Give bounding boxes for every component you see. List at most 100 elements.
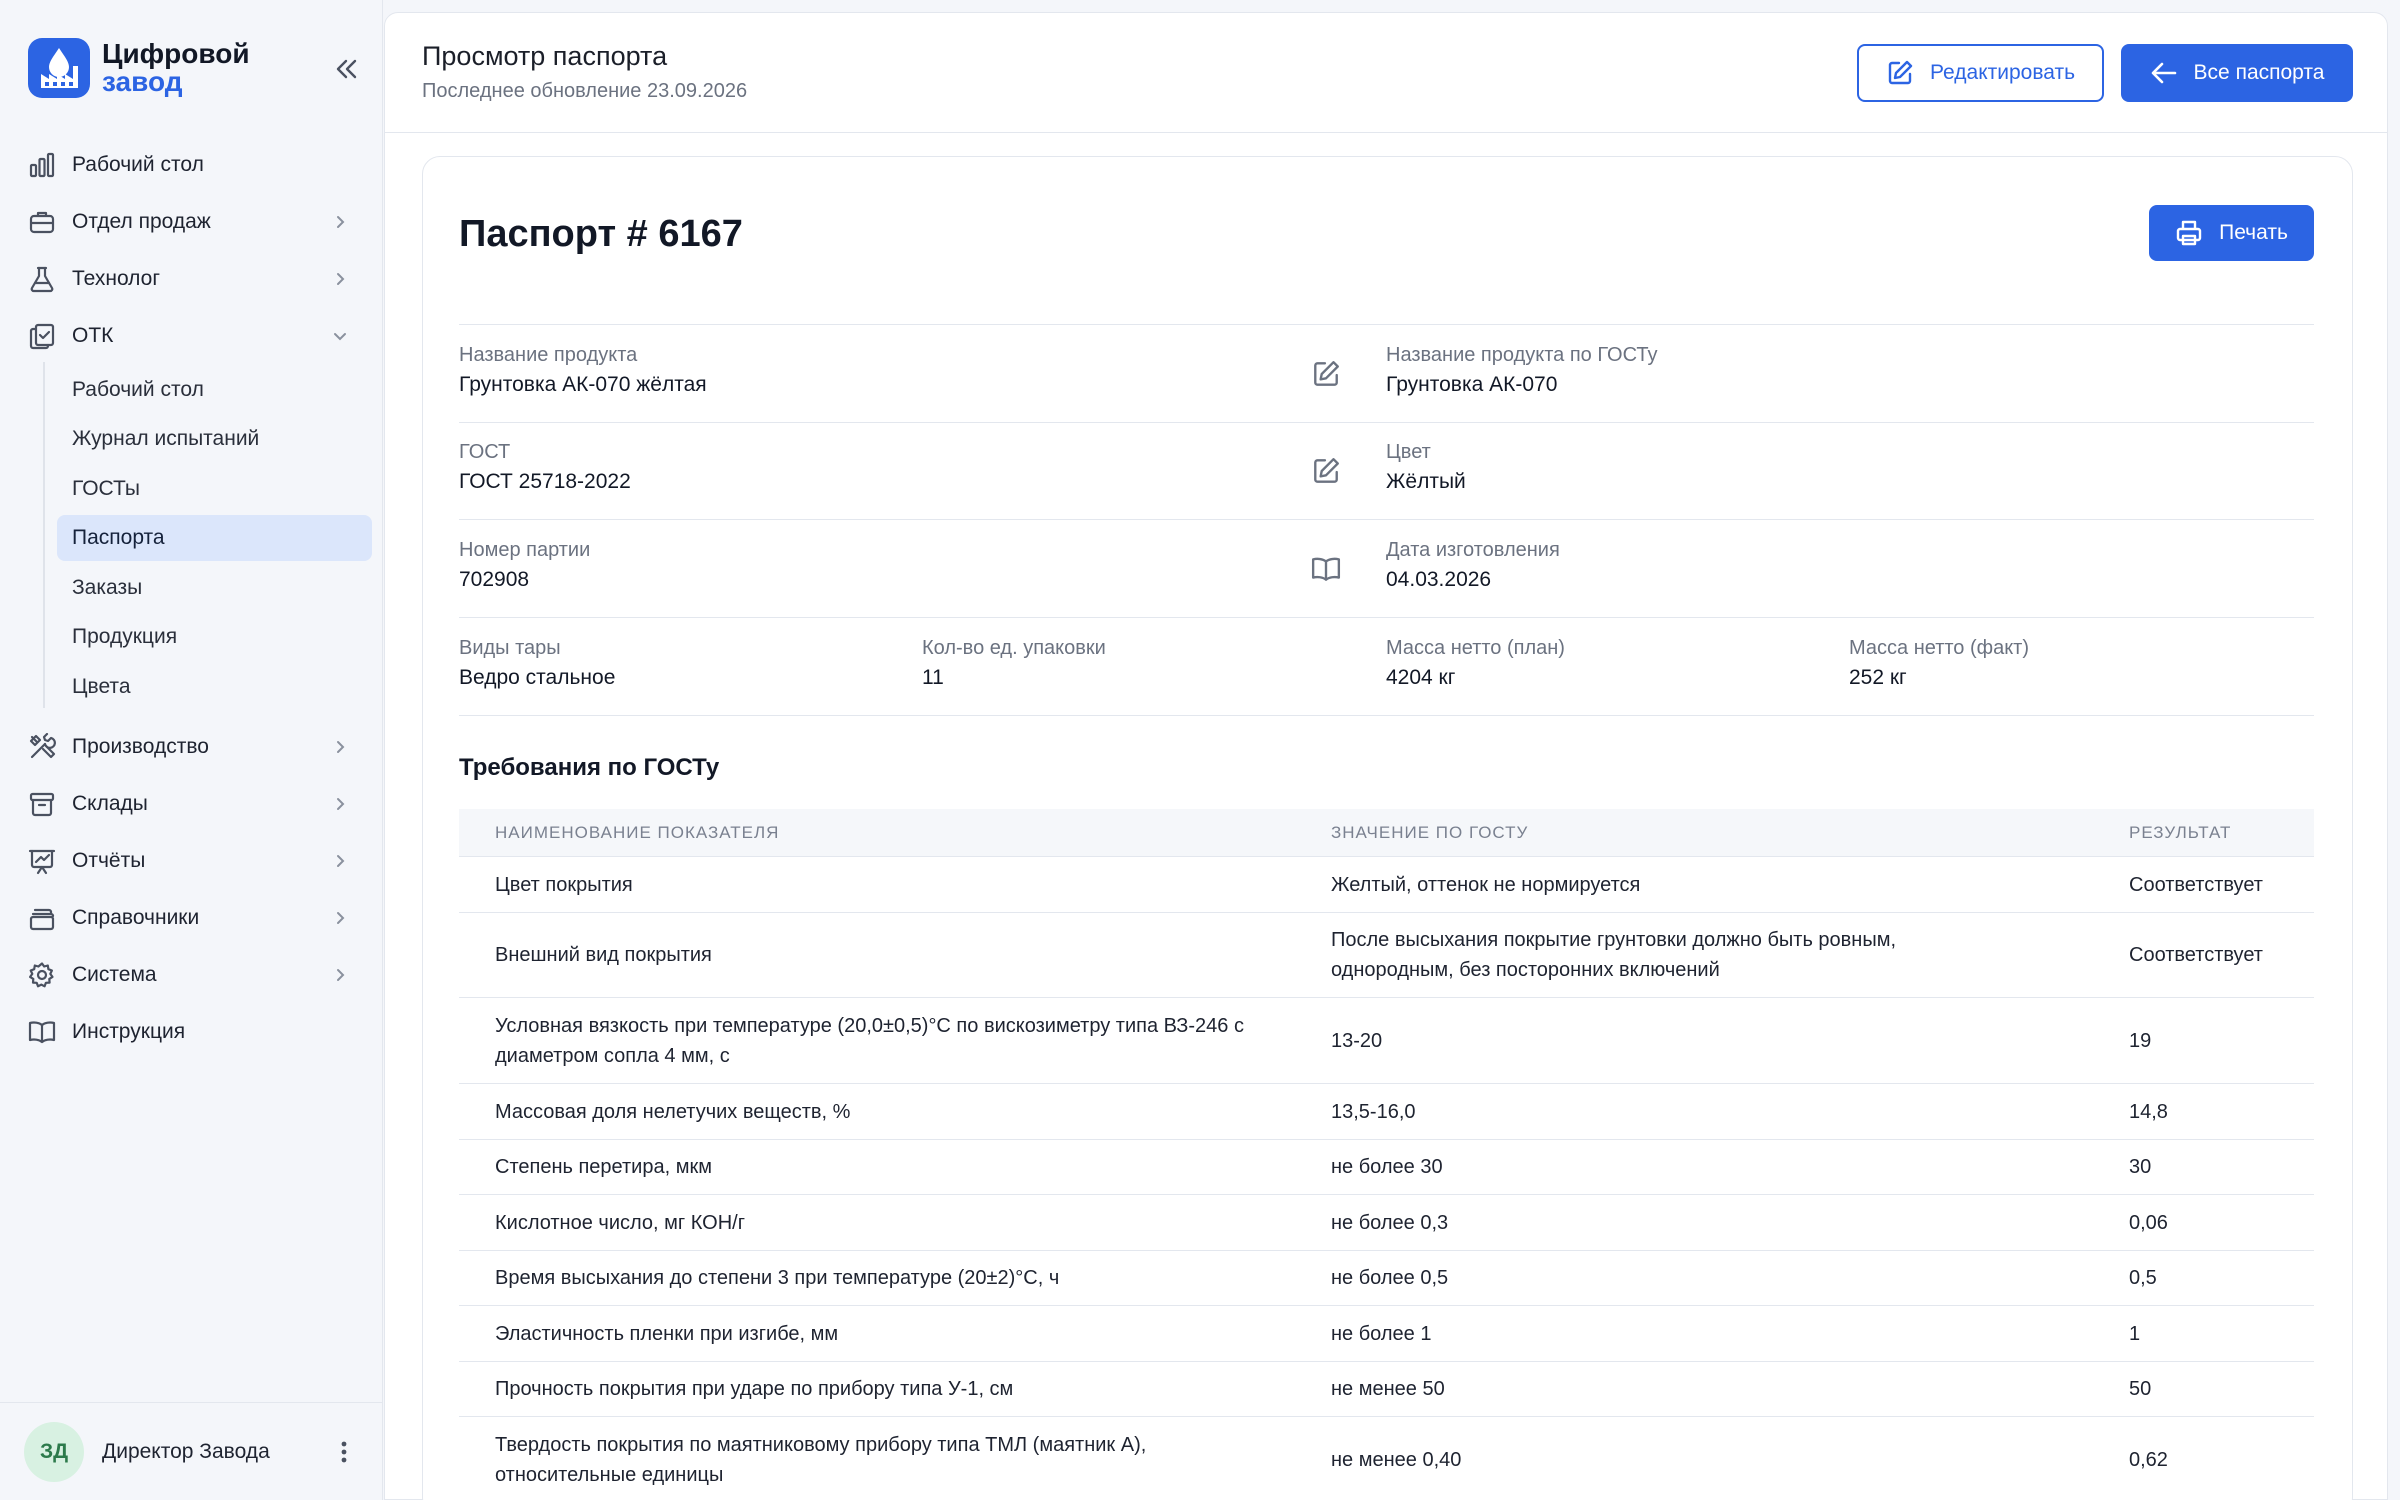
indicator-cell: Массовая доля нелетучих веществ, % <box>495 1100 851 1123</box>
gost-name-value: Грунтовка АК-070 <box>1386 373 1558 396</box>
table-header: НАИМЕНОВАНИЕ ПОКАЗАТЕЛЯ ЗНАЧЕНИЕ ПО ГОСТ… <box>459 809 2314 857</box>
printer-icon <box>2176 220 2202 246</box>
user-menu-button[interactable] <box>332 1437 356 1467</box>
brand-line1: Цифровой <box>102 38 250 69</box>
table-row[interactable]: Массовая доля нелетучих веществ, % 13,5-… <box>459 1084 2314 1140</box>
factory-logo-icon <box>28 38 90 98</box>
gost-value-cell: 13,5-16,0 <box>1331 1100 1416 1123</box>
table-row[interactable]: Цвет покрытия Желтый, оттенок не нормиру… <box>459 857 2314 913</box>
batch-label: Номер партии <box>459 539 591 561</box>
sidebar-item-label: Инструкция <box>72 1020 186 1043</box>
result-cell: Соответствует <box>2129 873 2263 896</box>
sidebar-item-reports[interactable]: Отчёты <box>28 837 358 885</box>
brand-line2: завод <box>102 66 183 97</box>
result-cell: 50 <box>2129 1378 2152 1400</box>
color-value: Жёлтый <box>1386 470 1466 493</box>
brand[interactable]: Цифровой завод <box>28 38 250 98</box>
edit-icon[interactable] <box>1311 456 1341 486</box>
avatar[interactable]: ЗД <box>24 1421 84 1482</box>
date-label: Дата изготовления <box>1386 539 1560 561</box>
collapse-sidebar-button[interactable] <box>326 53 366 85</box>
table-row[interactable]: Время высыхания до степени 3 при темпера… <box>459 1251 2314 1306</box>
sidebar-item-system[interactable]: Система <box>28 951 358 999</box>
divider <box>459 617 2314 618</box>
sidebar-item-label: Отдел продаж <box>72 210 211 233</box>
sidebar-item-production[interactable]: Производство <box>28 723 358 771</box>
last-updated: Последнее обновление 23.09.2026 <box>422 80 748 102</box>
container-value: Ведро стальное <box>459 666 616 689</box>
book-icon <box>28 1021 56 1044</box>
user-panel: ЗД Директор Завода <box>0 1402 383 1500</box>
table-row[interactable]: Кислотное число, мг КОН/г не более 0,3 0… <box>459 1195 2314 1251</box>
sidebar-item-sales[interactable]: Отдел продаж <box>28 198 358 246</box>
sidebar-item-label: Производство <box>72 735 209 758</box>
pack-count-label: Кол-во ед. упаковки <box>922 637 1106 659</box>
product-name-label: Название продукта <box>459 344 638 366</box>
flask-icon <box>30 266 54 293</box>
sidebar-item-label: Рабочий стол <box>72 153 204 176</box>
gost-value-cell: не более 30 <box>1331 1156 1443 1178</box>
mass-plan-value: 4204 кг <box>1386 666 1456 689</box>
table-row[interactable]: Степень перетира, мкм не более 30 30 <box>459 1140 2314 1195</box>
mass-fact-value: 252 кг <box>1849 666 1907 689</box>
sidebar-item-warehouses[interactable]: Склады <box>28 780 358 828</box>
bar-chart-icon <box>29 152 55 178</box>
sidebar-item-references[interactable]: Справочники <box>28 894 358 942</box>
table-row[interactable]: Прочность покрытия при ударе по прибору … <box>459 1362 2314 1417</box>
table-row[interactable]: Условная вязкость при температуре (20,0±… <box>459 998 2314 1084</box>
requirements-title: Требования по ГОСТу <box>459 754 720 781</box>
result-cell: 0,62 <box>2129 1448 2168 1471</box>
result-cell: 30 <box>2129 1156 2152 1178</box>
sidebar-item-otk[interactable]: ОТК <box>28 312 358 360</box>
chevron-right-icon <box>337 741 345 753</box>
batch-value: 702908 <box>459 568 530 591</box>
print-button[interactable]: Печать <box>2149 205 2314 261</box>
column-header-result: РЕЗУЛЬТАТ <box>2129 823 2232 842</box>
sidebar-item-label: Система <box>72 963 157 986</box>
chevron-right-icon <box>337 273 345 285</box>
table-row[interactable]: Внешний вид покрытия После высыхания пок… <box>459 913 2314 998</box>
sidebar-subitem-colors[interactable]: Цвета <box>57 664 372 710</box>
table-row[interactable]: Твердость покрытия по маятниковому прибо… <box>459 1417 2314 1500</box>
arrow-left-icon <box>2151 62 2176 84</box>
result-cell: 19 <box>2129 1029 2152 1052</box>
sidebar-item-dashboard[interactable]: Рабочий стол <box>28 141 358 189</box>
page-title: Просмотр паспорта <box>422 41 668 71</box>
main-panel: Просмотр паспорта Последнее обновление 2… <box>384 12 2388 1500</box>
book-icon[interactable] <box>1311 554 1341 584</box>
archive-box-icon <box>29 792 55 817</box>
sidebar-item-label: Склады <box>72 792 148 815</box>
edit-button[interactable]: Редактировать <box>1857 44 2104 102</box>
edit-icon[interactable] <box>1311 359 1341 389</box>
edit-icon <box>1888 60 1913 85</box>
more-vertical-icon <box>341 1441 347 1463</box>
sidebar-subitem-orders[interactable]: Заказы <box>57 565 372 611</box>
gost-value-cell: После высыхания покрытие грунтовки должн… <box>1331 929 1897 981</box>
result-cell: Соответствует <box>2129 944 2263 966</box>
column-header-indicator: НАИМЕНОВАНИЕ ПОКАЗАТЕЛЯ <box>495 823 780 842</box>
table-row[interactable]: Эластичность пленки при изгибе, мм не бо… <box>459 1306 2314 1362</box>
sidebar-item-manual[interactable]: Инструкция <box>28 1008 358 1056</box>
result-cell: 14,8 <box>2129 1100 2168 1123</box>
chevron-right-icon <box>337 969 345 981</box>
all-passports-button[interactable]: Все паспорта <box>2121 44 2353 102</box>
chevrons-left-icon <box>336 59 357 79</box>
clipboard-check-icon <box>29 323 55 350</box>
indicator-cell: Условная вязкость при температуре (20,0±… <box>495 1014 1244 1067</box>
brand-name: Цифровой завод <box>102 40 250 96</box>
date-value: 04.03.2026 <box>1386 568 1492 591</box>
indicator-cell: Степень перетира, мкм <box>495 1156 712 1178</box>
gost-value-cell: не более 0,5 <box>1331 1267 1449 1289</box>
sidebar-subitem-passports[interactable]: Паспорта <box>57 515 372 561</box>
sidebar-subitem-test-log[interactable]: Журнал испытаний <box>57 416 372 462</box>
sidebar-subitem-gosts[interactable]: ГОСТы <box>57 466 372 512</box>
indicator-cell: Время высыхания до степени 3 при темпера… <box>495 1267 1060 1289</box>
divider <box>459 422 2314 423</box>
sidebar-subitem-products[interactable]: Продукция <box>57 614 372 660</box>
mass-plan-label: Масса нетто (план) <box>1386 637 1565 659</box>
sidebar-subitem-dashboard[interactable]: Рабочий стол <box>57 367 372 413</box>
sidebar-item-technologist[interactable]: Технолог <box>28 255 358 303</box>
all-passports-label: Все паспорта <box>2193 61 2325 84</box>
folder-icon <box>29 908 55 931</box>
divider <box>459 715 2314 716</box>
